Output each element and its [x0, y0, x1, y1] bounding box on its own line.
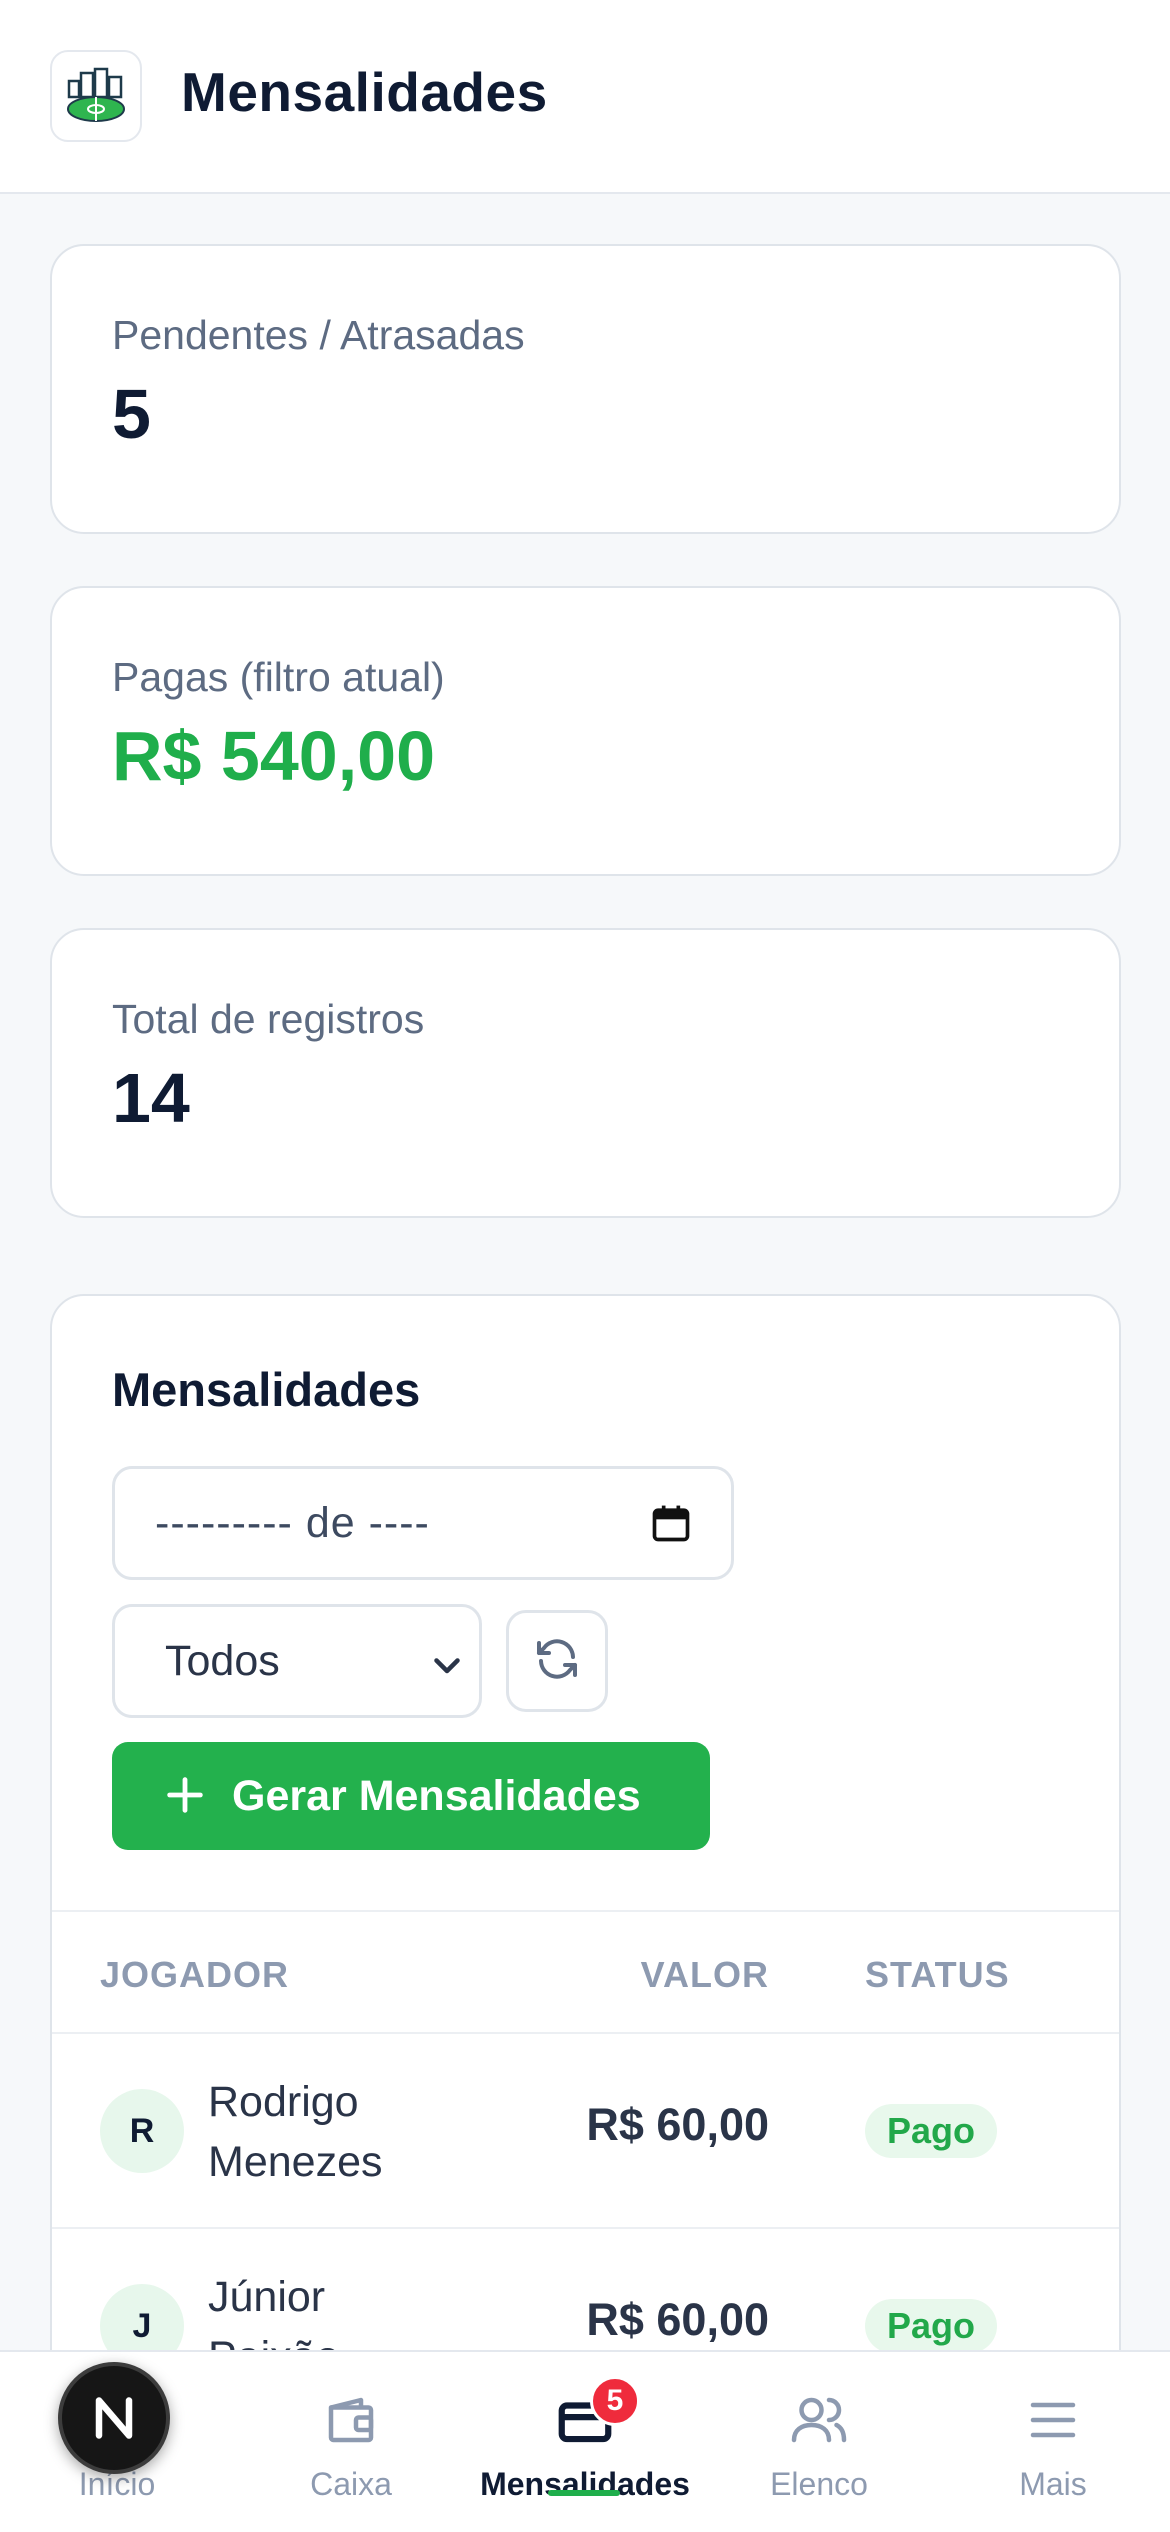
- n-logo-icon: [95, 2397, 133, 2439]
- app-header: Mensalidades: [0, 0, 1170, 194]
- avatar: R: [100, 2089, 184, 2173]
- table-header: JOGADOR VALOR STATUS: [52, 1910, 1119, 2034]
- stat-card-paid: Pagas (filtro atual) R$ 540,00: [50, 586, 1121, 876]
- nav-item-mensalidades[interactable]: Mensalidades: [468, 2352, 702, 2532]
- player-name: Rodrigo Menezes: [208, 2078, 383, 2186]
- month-input-value: --------- de ----: [155, 1499, 430, 1547]
- stat-value: 5: [112, 375, 151, 453]
- status-select[interactable]: Todos: [112, 1604, 482, 1718]
- calendar-icon[interactable]: [649, 1501, 693, 1550]
- active-tab-indicator: [548, 2490, 620, 2496]
- mensalidades-panel: Mensalidades --------- de ---- Todos Ger…: [50, 1294, 1121, 2532]
- player-value: R$ 60,00: [586, 2099, 769, 2150]
- stat-label: Pendentes / Atrasadas: [112, 312, 525, 358]
- stat-value: 14: [112, 1059, 190, 1137]
- nav-item-mais[interactable]: Mais: [936, 2352, 1170, 2532]
- nav-label: Mais: [1019, 2466, 1087, 2502]
- generate-button-label: Gerar Mensalidades: [232, 1772, 641, 1820]
- generate-mensalidades-button[interactable]: Gerar Mensalidades: [112, 1742, 710, 1850]
- nav-item-elenco[interactable]: Elenco: [702, 2352, 936, 2532]
- notification-badge: 5: [590, 2376, 640, 2426]
- stat-card-total: Total de registros 14: [50, 928, 1121, 1218]
- stat-card-pending: Pendentes / Atrasadas 5: [50, 244, 1121, 534]
- player-value: R$ 60,00: [586, 2294, 769, 2345]
- chevron-down-icon: [429, 1647, 465, 1688]
- menu-icon: [1023, 2390, 1083, 2455]
- status-badge: Pago: [865, 2299, 998, 2353]
- refresh-icon: [533, 1635, 581, 1688]
- nav-label: Elenco: [770, 2466, 868, 2502]
- nav-label: Caixa: [310, 2466, 392, 2502]
- plus-icon: [162, 1772, 208, 1823]
- status-badge: Pago: [865, 2104, 998, 2158]
- stat-label: Total de registros: [112, 996, 425, 1042]
- column-header-status: STATUS: [865, 1954, 1010, 1995]
- month-input[interactable]: --------- de ----: [112, 1466, 734, 1580]
- page-title: Mensalidades: [181, 61, 548, 123]
- nav-label: Mensalidades: [480, 2466, 690, 2502]
- bottom-nav: Início Caixa Mensalidades Elenco Mais: [0, 2350, 1170, 2532]
- table-row[interactable]: R Rodrigo Menezes R$ 60,00 Pago: [52, 2034, 1119, 2229]
- panel-title: Mensalidades: [112, 1363, 421, 1416]
- refresh-button[interactable]: [506, 1610, 608, 1712]
- next-dev-indicator-button[interactable]: [58, 2362, 170, 2474]
- stadium-logo-icon: [50, 50, 142, 142]
- stat-label: Pagas (filtro atual): [112, 654, 445, 700]
- wallet-icon: [321, 2390, 381, 2455]
- status-select-value: Todos: [165, 1637, 280, 1685]
- column-header-value: VALOR: [640, 1954, 769, 1995]
- nav-item-caixa[interactable]: Caixa: [234, 2352, 468, 2532]
- users-icon: [789, 2390, 849, 2455]
- column-header-player: JOGADOR: [100, 1954, 290, 1995]
- stat-value: R$ 540,00: [112, 717, 436, 795]
